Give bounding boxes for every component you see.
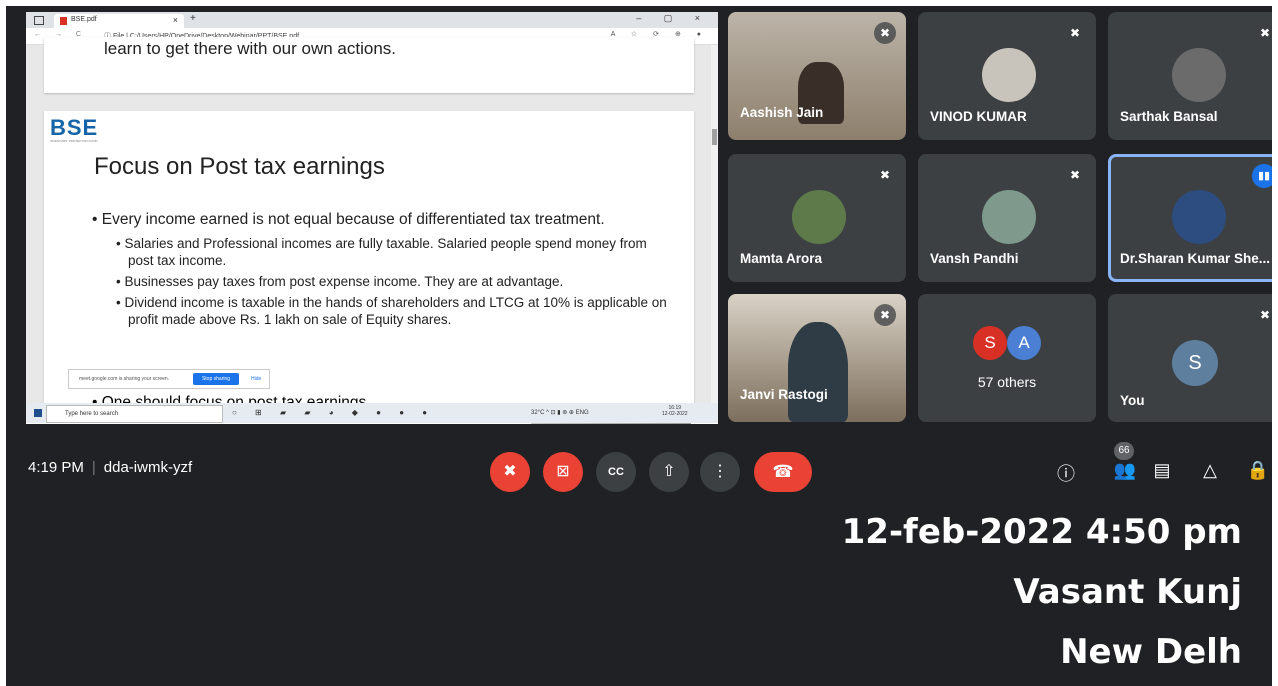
page-cutoff-text: learn to get there with our own actions. [104, 39, 396, 58]
stop-sharing-button[interactable]: Stop sharing [193, 373, 239, 385]
browser-tab-bar: BSE.pdf × + – ▢ × [26, 12, 718, 28]
mic-off-icon: ✖ [1069, 168, 1081, 182]
participant-video [788, 322, 848, 422]
microphone-button[interactable]: ✖ [490, 452, 530, 492]
logo-tagline: INVESTORS' PROTECTION FUND [50, 139, 98, 143]
shared-screen: BSE.pdf × + – ▢ × ← → C ⓘ File | C:/User… [26, 12, 718, 424]
hide-button[interactable]: Hide [251, 376, 261, 382]
participant-tile[interactable]: ✖ VINOD KUMAR [918, 12, 1096, 140]
slide-title: Focus on Post tax earnings [94, 153, 385, 180]
participant-name: Mamta Arora [740, 251, 823, 266]
caption-location: Vasant Kunj [1013, 572, 1242, 612]
participant-name: You [1120, 393, 1145, 408]
participant-tile[interactable]: ✖ Sarthak Bansal [1108, 12, 1272, 140]
more-options-button[interactable]: ⋮ [700, 452, 740, 492]
pdf-page-current: BSE INVESTORS' PROTECTION FUND Focus on … [44, 111, 694, 411]
meeting-code: dda-iwmk-yzf [103, 459, 193, 476]
meet-window: BSE.pdf × + – ▢ × ← → C ⓘ File | C:/User… [6, 6, 1272, 686]
caption-datetime: 12-feb-2022 4:50 pm [841, 512, 1242, 552]
windows-start-icon[interactable] [34, 409, 42, 417]
browser-tab[interactable]: BSE.pdf × [54, 14, 184, 28]
mic-off-icon: ✖ [1259, 26, 1271, 40]
participant-avatar [1172, 190, 1226, 244]
participant-avatar [1172, 48, 1226, 102]
participant-tile[interactable]: ✖ Mamta Arora [728, 154, 906, 282]
sub-bullet-item: • Salaries and Professional incomes are … [116, 236, 647, 268]
participant-name: Dr.Sharan Kumar She... [1120, 251, 1271, 266]
sub-bullet-item: • Businesses pay taxes from post expense… [116, 274, 564, 289]
scrollbar[interactable] [711, 45, 718, 405]
taskbar-search[interactable]: Type here to search [46, 405, 223, 423]
pdf-icon [60, 17, 67, 25]
share-banner-text: meet.google.com is sharing your screen. [79, 376, 170, 382]
participant-name: Aashish Jain [740, 105, 824, 120]
participant-name: VINOD KUMAR [930, 109, 1027, 124]
meeting-time: 4:19 PM [28, 459, 84, 476]
present-button[interactable]: ⇧ [649, 452, 689, 492]
scroll-thumb[interactable] [712, 129, 717, 145]
tab-close-icon[interactable]: × [173, 15, 178, 25]
participant-tile[interactable]: ✖ Aashish Jain [728, 12, 906, 140]
participant-avatar [982, 48, 1036, 102]
participant-tile[interactable]: ✖ Vansh Pandhi [918, 154, 1096, 282]
meeting-separator: | [91, 459, 96, 476]
taskbar-apps[interactable]: ○ ⊞ ▰ ▰ ◕ ◆ ● ● ● [232, 408, 435, 417]
participant-name: Sarthak Bansal [1120, 109, 1218, 124]
pdf-page-previous: learn to get there with our own actions. [44, 37, 694, 93]
others-avatar: S [973, 326, 1007, 360]
host-controls-button[interactable]: 🔒 [1246, 460, 1270, 481]
speaking-indicator-icon: ▮▮ [1252, 164, 1272, 188]
captions-button[interactable]: CC [596, 452, 636, 492]
system-tray[interactable]: 32°C ^ ⊡ ▮ ⊚ ⊕ ENG [531, 409, 589, 416]
meeting-info: 4:19 PM | dda-iwmk-yzf [28, 459, 192, 476]
tab-title: BSE.pdf [71, 16, 97, 23]
self-tile[interactable]: S ✖ You [1108, 294, 1272, 422]
activities-button[interactable]: △ [1198, 460, 1222, 481]
taskbar-clock: 16:19 12-02-2022 [662, 405, 688, 417]
bse-logo: BSE INVESTORS' PROTECTION FUND [50, 115, 110, 144]
mic-off-icon: ✖ [1069, 26, 1081, 40]
participant-name: Vansh Pandhi [930, 251, 1019, 266]
participant-name: Janvi Rastogi [740, 387, 828, 402]
mic-off-icon: ✖ [874, 22, 896, 44]
windows-taskbar: Type here to search ○ ⊞ ▰ ▰ ◕ ◆ ● ● ● 32… [26, 403, 718, 423]
meeting-controls-bar: 4:19 PM | dda-iwmk-yzf ✖ ⊠ CC ⇧ ⋮ ☎ ⓘ 66 👥… [6, 442, 1272, 502]
self-avatar: S [1172, 340, 1218, 386]
taskbar-search-placeholder: Type here to search [65, 411, 119, 417]
mic-off-icon: ✖ [1259, 308, 1271, 322]
people-button[interactable]: 👥 [1113, 460, 1137, 481]
chat-button[interactable]: ▤ [1150, 460, 1174, 481]
new-tab-button[interactable]: + [190, 13, 196, 24]
mic-off-icon: ✖ [874, 304, 896, 326]
leave-call-button[interactable]: ☎ [754, 452, 812, 492]
window-menu-icon[interactable] [34, 16, 44, 25]
camera-button[interactable]: ⊠ [543, 452, 583, 492]
pdf-viewer: learn to get there with our own actions.… [26, 37, 718, 424]
participant-count-badge: 66 [1114, 442, 1134, 460]
logo-text: BSE [50, 115, 99, 140]
others-avatar: A [1007, 326, 1041, 360]
others-tile[interactable]: S A 57 others [918, 294, 1096, 422]
mic-off-icon: ✖ [879, 168, 891, 182]
participant-avatar [792, 190, 846, 244]
participant-tile[interactable]: ✖ Janvi Rastogi [728, 294, 906, 422]
participant-avatar [982, 190, 1036, 244]
participant-tile-active-speaker[interactable]: ▮▮ Dr.Sharan Kumar She... [1108, 154, 1272, 282]
others-count: 57 others [977, 374, 1037, 390]
bullet-item: • Every income earned is not equal becau… [92, 211, 605, 228]
meeting-details-button[interactable]: ⓘ [1054, 460, 1078, 486]
window-controls[interactable]: – ▢ × [636, 13, 710, 24]
taskbar-date: 12-02-2022 [662, 411, 688, 417]
caption-city: New Delh [1060, 632, 1242, 672]
slide-bullets: • Every income earned is not equal becau… [92, 211, 672, 332]
share-banner: meet.google.com is sharing your screen. … [68, 369, 270, 389]
sub-bullet-item: • Dividend income is taxable in the hand… [116, 295, 667, 327]
